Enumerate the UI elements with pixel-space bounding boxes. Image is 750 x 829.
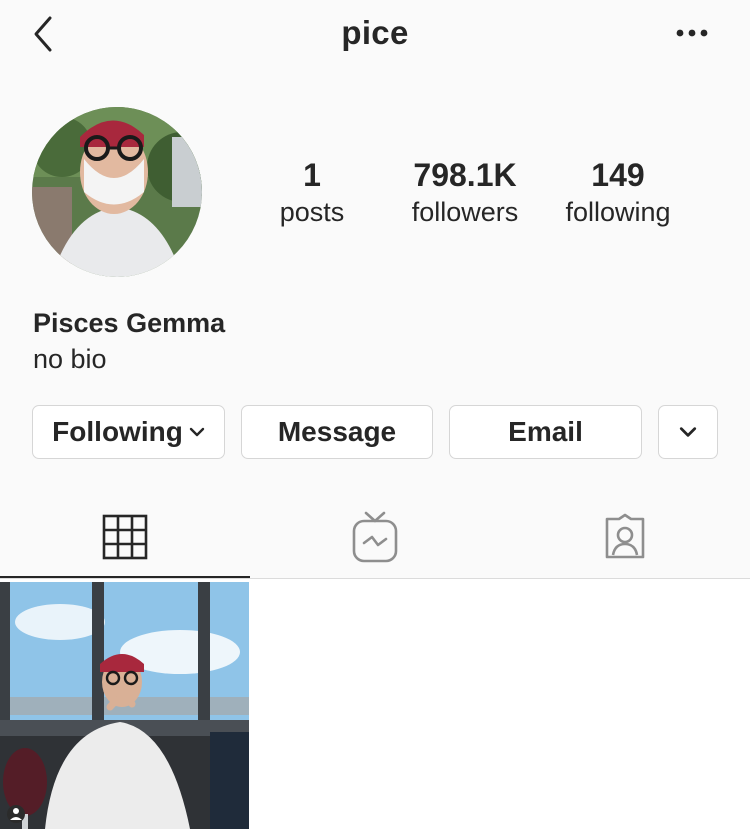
chevron-down-icon [679,427,697,437]
message-button-label: Message [277,416,397,447]
chevron-down-icon [189,427,205,437]
tab-tagged[interactable] [500,496,750,578]
posts-grid [0,579,750,829]
followers-stat[interactable]: 798.1K followers [395,156,535,230]
followers-label: followers [411,197,519,227]
following-button-label: Following [52,416,183,447]
profile-full-name: Pisces Gemma [33,308,226,338]
profile-username: pice [341,14,409,51]
profile-bio: no bio [33,344,107,374]
avatar-photo [32,107,202,277]
igtv-icon [352,511,398,563]
tab-igtv[interactable] [250,496,500,578]
following-button[interactable]: Following [32,405,225,459]
following-count: 149 [591,157,645,193]
post-thumbnail[interactable] [0,582,249,829]
profile-avatar[interactable] [32,107,202,277]
tab-posts-grid[interactable] [0,496,250,578]
tagged-icon [605,513,645,559]
post-photo [0,582,249,829]
top-bar: pice [0,0,750,70]
grid-icon [102,514,148,560]
following-stat[interactable]: 149 following [548,156,688,230]
posts-count: 1 [303,157,321,193]
email-button-label: Email [508,416,583,447]
followers-count: 798.1K [413,157,517,193]
posts-label: posts [279,197,345,227]
following-label: following [565,197,671,227]
more-options-button[interactable] [674,22,714,44]
suggested-accounts-button[interactable] [658,405,718,459]
profile-tabs [0,496,750,578]
posts-stat: 1 posts [262,156,362,230]
email-button[interactable]: Email [449,405,642,459]
more-horizontal-icon [676,29,708,37]
message-button[interactable]: Message [241,405,433,459]
